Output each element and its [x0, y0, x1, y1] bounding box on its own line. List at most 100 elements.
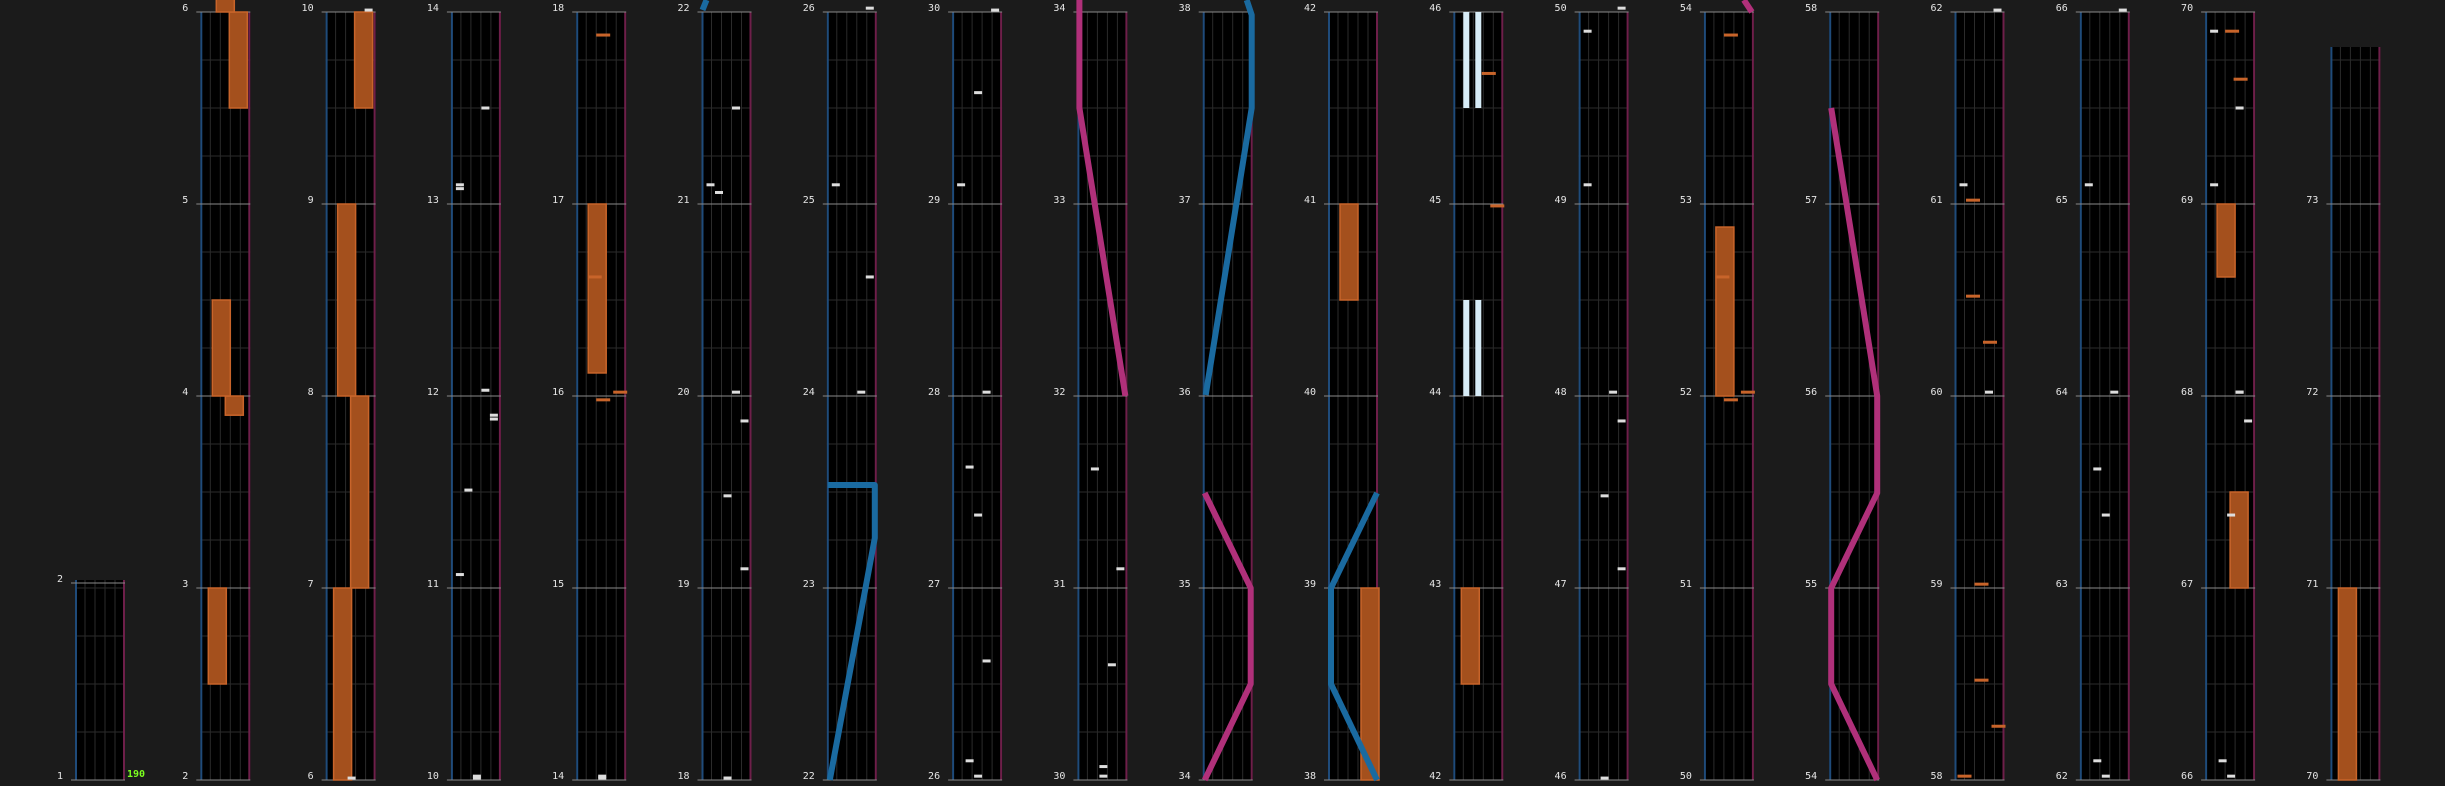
measure-number: 40 — [1304, 387, 1316, 398]
tap-note — [865, 275, 874, 279]
measure-number: 16 — [552, 387, 564, 398]
tap-note — [740, 419, 749, 423]
hold-tick — [1957, 774, 1972, 778]
measure-number: 26 — [803, 3, 815, 14]
measure-number: 42 — [1304, 3, 1316, 14]
measure-number: 60 — [1930, 387, 1942, 398]
tap-note — [1107, 663, 1116, 667]
chart-column: 62 63 64 65 66 — [2056, 3, 2130, 782]
measure-number: 55 — [1805, 579, 1817, 590]
measure-number: 54 — [1805, 771, 1817, 782]
hold-note — [2229, 491, 2249, 589]
measure-number: 17 — [552, 195, 564, 206]
measure-number: 37 — [1179, 195, 1191, 206]
measure-number: 59 — [1930, 579, 1942, 590]
hold-tick — [1966, 198, 1980, 202]
tap-note — [974, 513, 983, 517]
measure-number: 15 — [552, 579, 564, 590]
measure-number: 26 — [928, 771, 940, 782]
hold-tick — [613, 390, 628, 394]
measure-number: 64 — [2056, 387, 2068, 398]
tap-note — [2093, 467, 2102, 471]
hold-tick — [1715, 275, 1730, 279]
tap-note — [455, 183, 464, 187]
hold-tick — [1974, 678, 1989, 682]
measure-number: 10 — [302, 3, 314, 14]
tap-note — [455, 573, 464, 577]
tap-note — [489, 417, 498, 421]
measure-number: 44 — [1429, 387, 1441, 398]
chart-column: 22 23 24 25 26 — [803, 3, 877, 782]
tap-note — [2235, 390, 2244, 394]
hold-tick — [596, 398, 611, 402]
chart-column: 10 11 12 13 14 — [427, 3, 501, 782]
hold-note — [1460, 587, 1481, 685]
measure-number: 70 — [2181, 3, 2193, 14]
measure-number: 39 — [1304, 579, 1316, 590]
measure-number: 54 — [1680, 3, 1692, 14]
measure-number: 31 — [1053, 579, 1065, 590]
hold-note — [211, 299, 232, 397]
measure-number: 73 — [2306, 195, 2318, 206]
measure-number: 14 — [552, 771, 564, 782]
measure-number: 67 — [2181, 579, 2193, 590]
tap-note — [2084, 183, 2093, 187]
measure-number: 22 — [677, 3, 689, 14]
measure-number: 42 — [1429, 771, 1441, 782]
measure-number: 70 — [2306, 771, 2318, 782]
measure-number: 38 — [1179, 3, 1191, 14]
tap-note — [464, 488, 473, 492]
ex-hold-note — [1475, 300, 1482, 396]
hold-tick — [2233, 77, 2248, 81]
chart-column: 34 35 36 37 38 — [1179, 3, 1253, 782]
measure-number: 62 — [2056, 771, 2068, 782]
measure-number: 33 — [1053, 195, 1065, 206]
measure-number: 21 — [677, 195, 689, 206]
measure-number: 51 — [1680, 579, 1692, 590]
tap-note — [1985, 390, 1993, 394]
measure-number: 29 — [928, 195, 940, 206]
measure-number: 66 — [2056, 3, 2068, 14]
measure-number: 9 — [308, 195, 314, 206]
slide-blue — [699, 0, 710, 12]
tap-note — [706, 183, 715, 187]
tap-note — [2227, 513, 2236, 517]
hold-tick — [587, 275, 602, 279]
measure-number: 63 — [2056, 579, 2068, 590]
hold-note — [587, 203, 607, 374]
chart-column: 58 59 60 61 62 — [1930, 3, 2005, 782]
measure-number: 47 — [1555, 579, 1567, 590]
tap-note — [1617, 419, 1626, 423]
hold-note — [336, 203, 357, 397]
tap-note — [740, 567, 749, 571]
measure-number: 52 — [1680, 387, 1692, 398]
measure-number: 50 — [1680, 771, 1692, 782]
measure-number: 57 — [1805, 195, 1817, 206]
measure-number: 43 — [1429, 579, 1441, 590]
tap-note — [481, 106, 490, 110]
measure-number: 18 — [552, 3, 564, 14]
measure-number: 6 — [182, 3, 188, 14]
tap-note — [2218, 759, 2227, 763]
tap-note — [974, 774, 983, 778]
tap-note — [1617, 567, 1626, 571]
hold-note — [1339, 203, 1359, 301]
tap-note — [1600, 776, 1609, 780]
measure-number: 24 — [803, 387, 815, 398]
measure-number: 32 — [1053, 387, 1065, 398]
tap-note — [455, 187, 464, 191]
measure-number: 35 — [1179, 579, 1191, 590]
tap-note — [857, 390, 866, 394]
measure-number: 2 — [182, 771, 188, 782]
measure-number: 45 — [1429, 195, 1441, 206]
tap-note — [732, 106, 740, 110]
tap-note — [991, 8, 1000, 12]
measure-number: 34 — [1053, 3, 1065, 14]
hold-tick — [1983, 340, 1997, 344]
tap-note — [347, 776, 356, 780]
measure-number: 27 — [928, 579, 940, 590]
tap-note — [2210, 183, 2219, 187]
tap-note — [723, 494, 732, 498]
measure-number: 5 — [182, 195, 188, 206]
tap-note — [1993, 8, 2002, 12]
